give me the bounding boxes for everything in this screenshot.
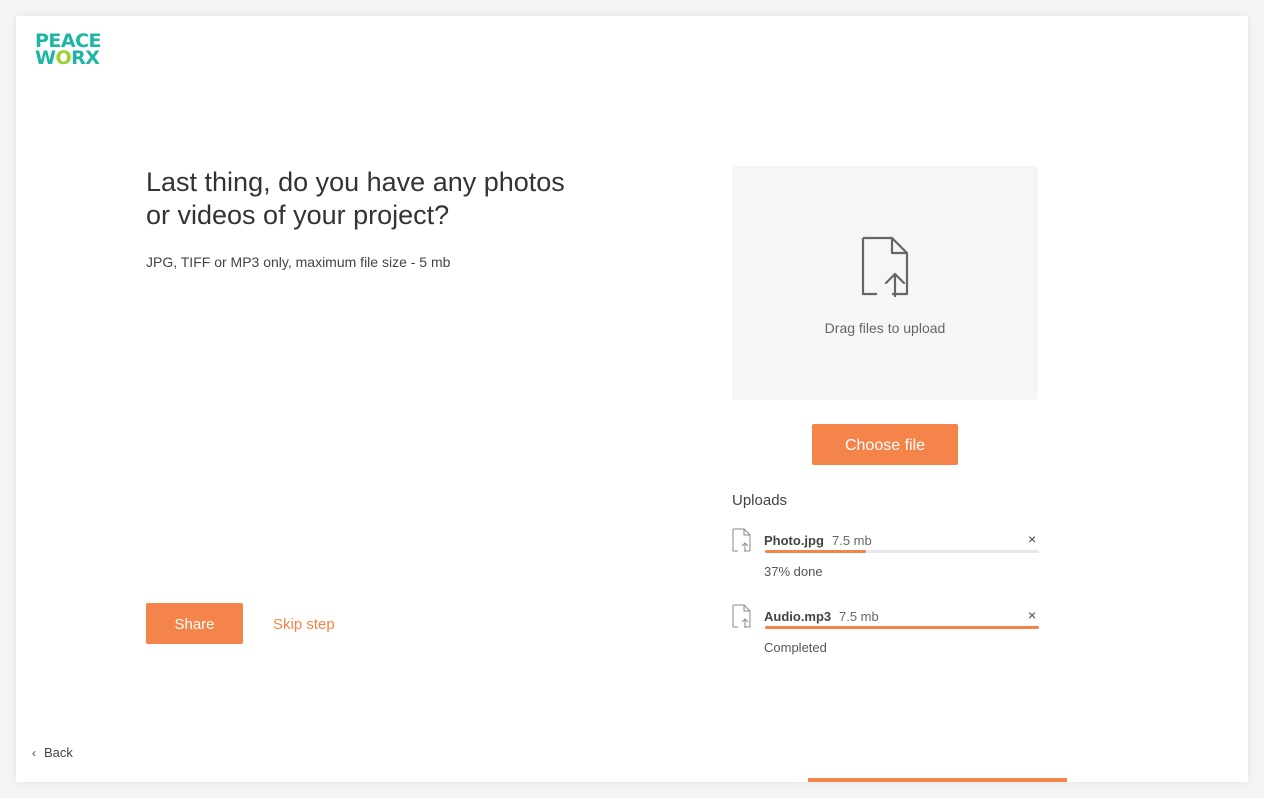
upload-progress-track <box>765 626 1039 629</box>
logo-w: W <box>35 47 56 69</box>
upload-progress-fill <box>765 626 1039 629</box>
page-title: Last thing, do you have any photos or vi… <box>146 167 565 230</box>
upload-status-text: Completed <box>764 640 827 655</box>
dropzone-label: Drag files to upload <box>824 320 946 336</box>
upload-progress-fill <box>765 550 867 553</box>
logo-line-2: WORX <box>35 47 101 69</box>
share-button[interactable]: Share <box>146 603 243 644</box>
upload-item-audio: Audio.mp3 7.5 mb × Completed <box>732 604 1042 655</box>
logo-o: O <box>55 47 72 69</box>
back-link[interactable]: ‹ Back <box>32 745 73 760</box>
file-upload-icon <box>732 528 751 552</box>
page-card: PEACE WORX Last thing, do you have any p… <box>16 16 1248 782</box>
uploads-heading: Uploads <box>732 492 788 509</box>
choose-file-button[interactable]: Choose file <box>812 424 958 465</box>
upload-item-photo: Photo.jpg 7.5 mb × 37% done <box>732 528 1042 579</box>
file-upload-icon <box>732 604 751 628</box>
chevron-left-icon: ‹ <box>32 746 36 760</box>
skip-step-link[interactable]: Skip step <box>273 616 335 633</box>
remove-upload-close-icon[interactable]: × <box>1028 607 1036 623</box>
peaceworx-logo[interactable]: PEACE WORX <box>35 32 102 69</box>
remove-upload-close-icon[interactable]: × <box>1028 531 1036 547</box>
back-label: Back <box>44 745 73 760</box>
upload-status-text: 37% done <box>764 564 823 579</box>
upload-file-size: 7.5 mb <box>839 609 879 624</box>
upload-progress-track <box>765 550 1039 553</box>
step-progress-bar <box>808 778 1067 782</box>
upload-file-name: Photo.jpg <box>764 533 824 548</box>
file-requirements-text: JPG, TIFF or MP3 only, maximum file size… <box>146 254 451 270</box>
upload-file-name: Audio.mp3 <box>764 609 832 624</box>
file-dropzone[interactable]: Drag files to upload <box>732 166 1038 400</box>
upload-file-size: 7.5 mb <box>832 533 872 548</box>
file-upload-icon <box>861 236 909 298</box>
logo-rx: RX <box>71 47 100 69</box>
